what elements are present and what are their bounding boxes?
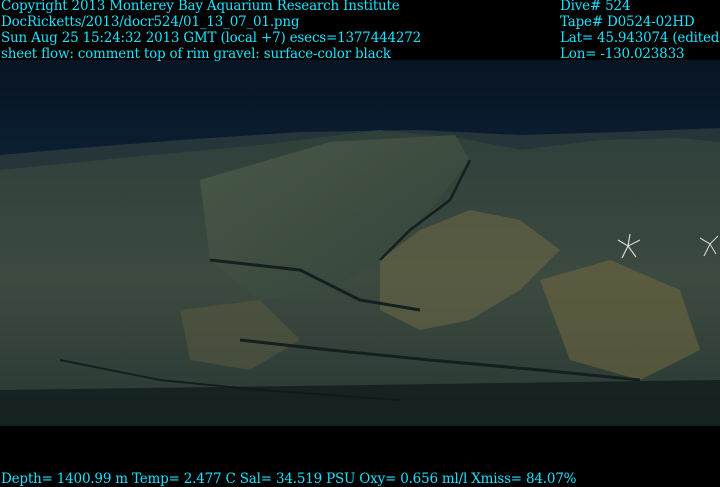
header-left-overlay: Copyright 2013 Monterey Bay Aquarium Res… xyxy=(1,0,421,62)
copyright-text: Copyright 2013 Monterey Bay Aquarium Res… xyxy=(1,0,400,14)
tape-number-text: Tape# D0524-02HD xyxy=(560,14,695,30)
telemetry-text: Depth= 1400.99 m Temp= 2.477 C Sal= 34.5… xyxy=(1,471,577,487)
seafloor-lava-illustration xyxy=(0,128,720,426)
latitude-text: Lat= 45.943074 (edited) xyxy=(560,30,720,46)
timestamp-text: Sun Aug 25 15:24:32 2013 GMT (local +7) … xyxy=(1,30,422,46)
dive-number-text: Dive# 524 xyxy=(560,0,631,14)
file-path-text: DocRicketts/2013/docr524/01_13_07_01.png xyxy=(1,14,300,30)
telemetry-overlay: Depth= 1400.99 m Temp= 2.477 C Sal= 34.5… xyxy=(1,471,576,487)
comment-text: sheet flow: comment top of rim gravel: s… xyxy=(1,46,391,62)
header-right-overlay: Dive# 524 Tape# D0524-02HD Lat= 45.94307… xyxy=(560,0,720,62)
video-frame: Copyright 2013 Monterey Bay Aquarium Res… xyxy=(0,0,720,487)
seafloor-image xyxy=(0,60,720,426)
longitude-text: Lon= -130.023833 xyxy=(560,46,685,62)
